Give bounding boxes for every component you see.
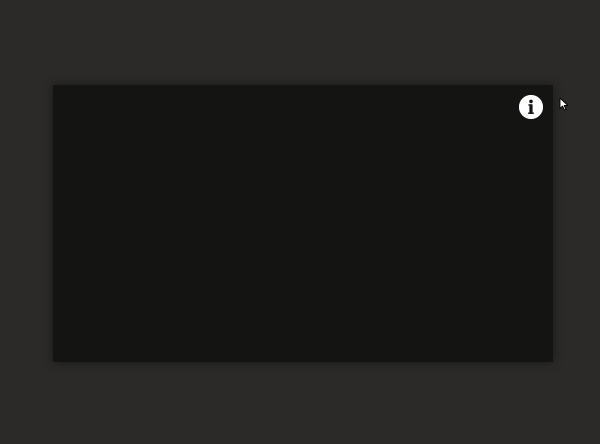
page-background [0,0,600,444]
info-icon [519,95,543,119]
mouse-pointer [559,97,569,111]
mouse-pointer-icon [559,97,569,111]
info-button[interactable] [519,95,543,119]
media-viewer[interactable] [53,85,553,362]
